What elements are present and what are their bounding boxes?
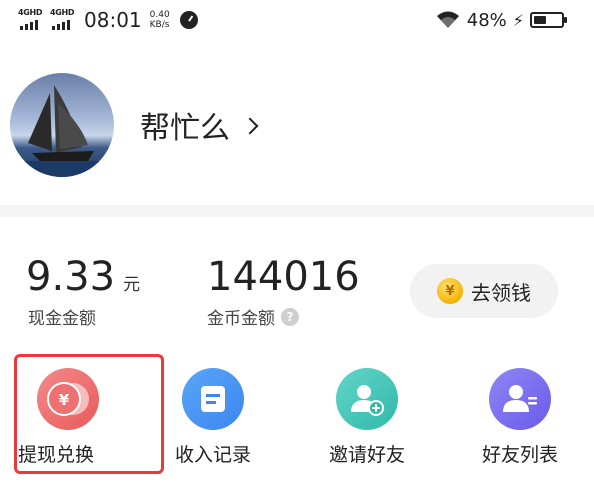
network-speed-unit: KB/s: [149, 20, 170, 30]
battery-fill: [534, 16, 546, 24]
status-time: 08:01: [84, 8, 142, 32]
cash-unit: 元: [123, 275, 141, 295]
status-bar-left: 4GHD 4GHD 08:01 0.40 KB/s: [18, 6, 198, 34]
cash-label: 现金金额: [28, 309, 96, 329]
action-label: 提现兑换: [18, 444, 95, 466]
coin-label: 金币金额: [207, 309, 275, 329]
action-grid: ¥ 提现兑换 收入记录 邀请好友 好友列表: [0, 352, 594, 482]
action-label: 好友列表: [481, 444, 558, 466]
action-label: 邀请好友: [328, 444, 405, 466]
sailboat-icon: [10, 85, 114, 177]
battery-icon: [530, 12, 567, 28]
action-label: 收入记录: [174, 444, 251, 466]
network-speed-value: 0.40: [149, 10, 170, 20]
profile-link[interactable]: 帮忙么: [140, 103, 259, 147]
signal-icon: 4GHD: [18, 8, 44, 32]
yuan-coins-icon: ¥: [37, 368, 99, 430]
section-divider: [0, 205, 594, 217]
invite-friends-button[interactable]: 邀请好友: [297, 352, 437, 472]
coin-balance: 144016 金币金额 ?: [207, 254, 360, 329]
income-records-button[interactable]: 收入记录: [143, 352, 283, 472]
status-bar-right: 48% ⚡: [435, 6, 567, 34]
document-icon: [182, 368, 244, 430]
coin-icon: ¥: [437, 278, 463, 304]
cash-balance: 9.33 元 现金金额: [26, 254, 140, 329]
svg-text:¥: ¥: [59, 391, 70, 409]
user-list-icon: [489, 368, 551, 430]
signal-icon: 4GHD: [50, 8, 76, 32]
withdraw-exchange-button[interactable]: ¥ 提现兑换: [0, 352, 138, 472]
charging-icon: ⚡: [512, 10, 524, 30]
help-icon[interactable]: ?: [281, 307, 299, 326]
cash-value: 9.33: [26, 254, 116, 300]
username: 帮忙么: [140, 111, 230, 146]
get-money-button[interactable]: ¥ 去领钱: [410, 264, 558, 318]
chevron-right-icon: [241, 117, 259, 134]
network-speed: 0.40 KB/s: [150, 10, 170, 30]
friend-list-button[interactable]: 好友列表: [450, 352, 590, 472]
battery-percent: 48%: [466, 9, 507, 31]
coin-value: 144016: [207, 254, 360, 300]
clock-icon: [179, 11, 198, 29]
network-type: 4GHD: [50, 8, 75, 17]
avatar[interactable]: [10, 73, 114, 177]
wifi-icon: [436, 11, 459, 28]
add-user-icon: [336, 368, 398, 430]
status-bar: 4GHD 4GHD 08:01 0.40 KB/s 48% ⚡: [0, 0, 594, 40]
network-type: 4GHD: [18, 8, 43, 17]
get-money-label: 去领钱: [471, 280, 531, 305]
